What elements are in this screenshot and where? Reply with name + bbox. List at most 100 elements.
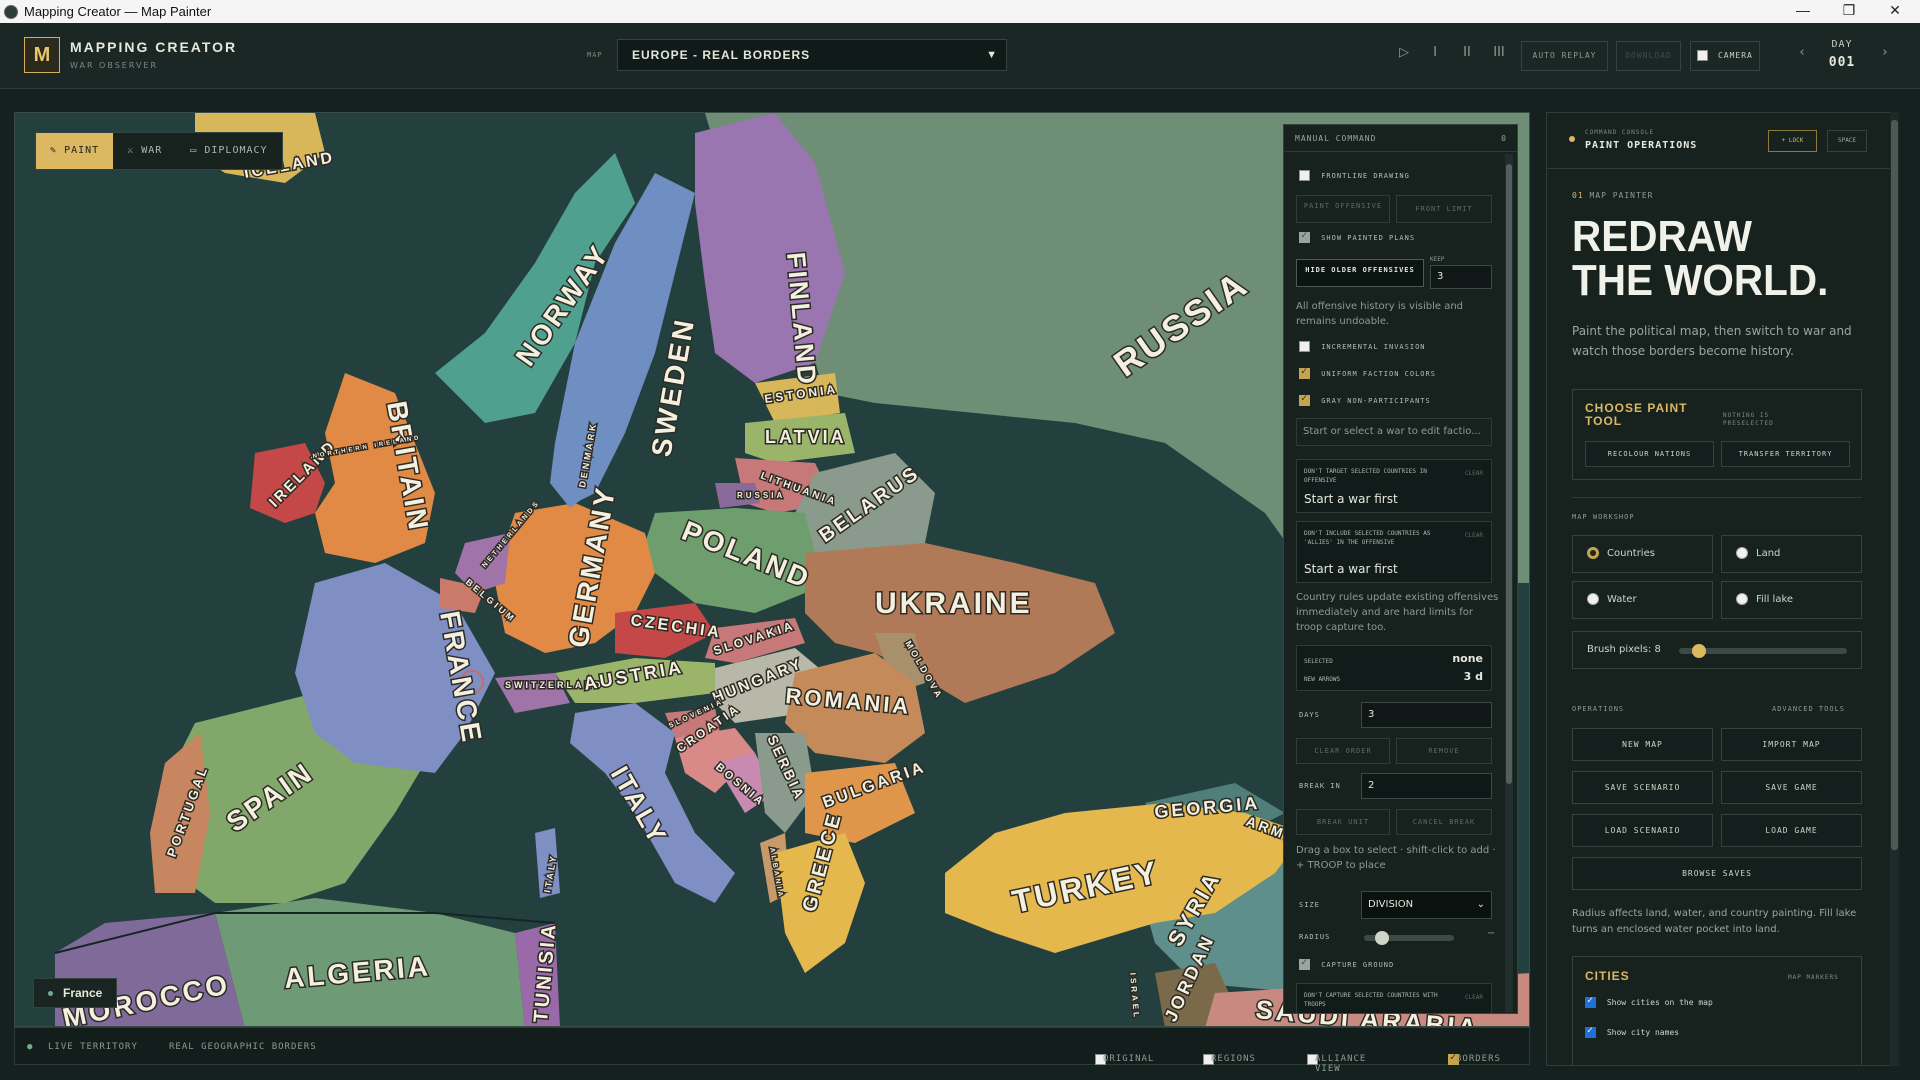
incremental-toggle[interactable]: INCREMENTAL INVASION <box>1299 341 1426 352</box>
prev-day-icon[interactable]: ‹ <box>1792 45 1812 60</box>
brush-control: Brush pixels: 8 <box>1572 631 1862 669</box>
dont-target-clear[interactable]: CLEAR <box>1465 470 1483 477</box>
capture-ground-toggle[interactable]: CAPTURE GROUND <box>1299 957 1394 970</box>
right-scroll-thumb[interactable] <box>1891 120 1898 850</box>
region-switzerland <box>495 673 570 713</box>
incremental-checkbox[interactable] <box>1299 341 1310 352</box>
gray-toggle[interactable]: GRAY NON-PARTICIPANTS <box>1299 393 1431 406</box>
close-button[interactable]: ✕ <box>1872 0 1918 23</box>
speed-1-button[interactable]: I <box>1425 45 1445 60</box>
dont-include-value: Start a war first <box>1304 562 1398 576</box>
break-in-input[interactable]: 2 <box>1361 773 1492 799</box>
console-scroll-thumb[interactable] <box>1506 164 1512 784</box>
live-territory-label: LIVE TERRITORY <box>48 1042 138 1052</box>
show-cities-checkbox[interactable] <box>1585 995 1596 1008</box>
clear-order-button[interactable]: CLEAR ORDER <box>1296 738 1390 764</box>
frontline-toggle[interactable]: FRONTLINE DRAWING <box>1299 170 1410 181</box>
speed-2-button[interactable]: II <box>1457 45 1477 60</box>
show-names-toggle[interactable]: Show city names <box>1585 1025 1679 1038</box>
radius-slider[interactable] <box>1364 931 1454 945</box>
water-radio[interactable] <box>1587 593 1599 605</box>
alliance-label: ALLIANCE VIEW <box>1315 1054 1367 1074</box>
war-select[interactable]: Start or select a war to edit factio... <box>1296 418 1492 446</box>
right-panel-scrollbar[interactable] <box>1890 112 1899 1066</box>
uniform-checkbox[interactable] <box>1299 366 1310 379</box>
tab-diplomacy-label: DIPLOMACY <box>204 145 268 156</box>
gray-label: GRAY NON-PARTICIPANTS <box>1321 396 1431 405</box>
download-button[interactable]: DOWNLOAD <box>1616 41 1681 71</box>
speed-3-button[interactable]: III <box>1489 45 1509 60</box>
lock-button[interactable]: + LOCK <box>1768 130 1817 152</box>
brush-slider[interactable] <box>1679 644 1847 658</box>
hide-older-button[interactable]: HIDE OLDER OFFENSIVES <box>1296 259 1424 287</box>
radius-minus-icon[interactable]: − <box>1487 928 1495 939</box>
brush-thumb[interactable] <box>1692 644 1707 658</box>
capture-ground-checkbox[interactable] <box>1299 957 1310 970</box>
paint-offensive-button[interactable]: PAINT OFFENSIVE <box>1296 195 1390 223</box>
tab-diplomacy[interactable]: ▭ DIPLOMACY <box>176 133 281 169</box>
advanced-tools-link[interactable]: ADVANCED TOOLS <box>1772 705 1845 713</box>
keep-input[interactable]: 3 <box>1430 265 1492 289</box>
uniform-toggle[interactable]: UNIFORM FACTION COLORS <box>1299 366 1436 379</box>
minimize-button[interactable]: — <box>1780 0 1826 23</box>
frontline-checkbox[interactable] <box>1299 170 1310 181</box>
camera-toggle[interactable]: CAMERA <box>1690 41 1760 71</box>
break-in-label: BREAK IN <box>1299 782 1341 790</box>
tab-war[interactable]: ⚔ WAR <box>113 133 176 169</box>
fill-lake-radio[interactable] <box>1736 593 1748 605</box>
dont-target-box: DON'T TARGET SELECTED COUNTRIES IN OFFEN… <box>1296 459 1492 513</box>
browse-saves-button[interactable]: BROWSE SAVES <box>1572 857 1862 890</box>
front-limit-button[interactable]: FRONT LIMIT <box>1396 195 1492 223</box>
option-water[interactable]: Water <box>1572 581 1713 619</box>
uniform-label: UNIFORM FACTION COLORS <box>1321 369 1436 378</box>
show-painted-checkbox[interactable] <box>1299 230 1310 243</box>
drag-note: Drag a box to select · shift-click to ad… <box>1296 845 1496 871</box>
dont-include-clear[interactable]: CLEAR <box>1465 532 1483 539</box>
cancel-break-button[interactable]: CANCEL BREAK <box>1396 809 1492 835</box>
import-map-button[interactable]: IMPORT MAP <box>1721 728 1862 761</box>
show-painted-toggle[interactable]: SHOW PAINTED PLANS <box>1299 230 1415 243</box>
auto-replay-button[interactable]: AUTO REPLAY <box>1521 41 1608 71</box>
load-game-button[interactable]: LOAD GAME <box>1721 814 1862 847</box>
option-fill-lake[interactable]: Fill lake <box>1721 581 1862 619</box>
option-land[interactable]: Land <box>1721 535 1862 573</box>
console-header: MANUAL COMMAND 0 <box>1284 125 1517 152</box>
countries-radio[interactable] <box>1587 547 1599 559</box>
play-icon[interactable]: ▷ <box>1394 45 1414 60</box>
radius-label: RADIUS <box>1299 933 1331 941</box>
size-select[interactable]: DIVISION ⌄ <box>1361 891 1492 919</box>
kicker-number: 01 <box>1572 191 1584 200</box>
show-names-checkbox[interactable] <box>1585 1025 1596 1038</box>
headline-line-2: THE WORLD. <box>1572 256 1829 305</box>
new-map-button[interactable]: NEW MAP <box>1572 728 1713 761</box>
show-cities-toggle[interactable]: Show cities on the map <box>1585 995 1713 1008</box>
swords-icon: ⚔ <box>127 145 135 156</box>
save-game-button[interactable]: SAVE GAME <box>1721 771 1862 804</box>
gray-checkbox[interactable] <box>1299 393 1310 406</box>
intro-text: Paint the political map, then switch to … <box>1572 324 1852 358</box>
map-select[interactable]: EUROPE - REAL BORDERS ▼ <box>617 39 1007 71</box>
map-markers-label: MAP MARKERS <box>1788 974 1839 981</box>
panel-title: PAINT OPERATIONS <box>1585 140 1698 151</box>
radius-thumb[interactable] <box>1374 931 1389 945</box>
transfer-territory-button[interactable]: TRANSFER TERRITORY <box>1721 441 1850 467</box>
land-radio[interactable] <box>1736 547 1748 559</box>
maximize-button[interactable]: ❐ <box>1826 0 1872 23</box>
load-scenario-button[interactable]: LOAD SCENARIO <box>1572 814 1713 847</box>
recolour-nations-button[interactable]: RECOLOUR NATIONS <box>1585 441 1714 467</box>
tab-paint[interactable]: ✎ PAINT <box>36 133 114 169</box>
option-countries[interactable]: Countries <box>1572 535 1713 573</box>
break-unit-button[interactable]: BREAK UNIT <box>1296 809 1390 835</box>
console-scrollbar[interactable] <box>1505 154 1513 1012</box>
app-subtitle: WAR OBSERVER <box>70 61 159 70</box>
camera-checkbox[interactable] <box>1697 50 1709 61</box>
days-label: DAYS <box>1299 711 1320 719</box>
save-scenario-button[interactable]: SAVE SCENARIO <box>1572 771 1713 804</box>
days-input[interactable]: 3 <box>1361 702 1492 728</box>
space-button[interactable]: SPACE <box>1827 130 1867 152</box>
water-label: Water <box>1607 594 1637 605</box>
fill-lake-label: Fill lake <box>1756 594 1794 605</box>
next-day-icon[interactable]: › <box>1875 45 1895 60</box>
remove-button[interactable]: REMOVE <box>1396 738 1492 764</box>
dont-capture-clear[interactable]: CLEAR <box>1465 994 1483 1001</box>
